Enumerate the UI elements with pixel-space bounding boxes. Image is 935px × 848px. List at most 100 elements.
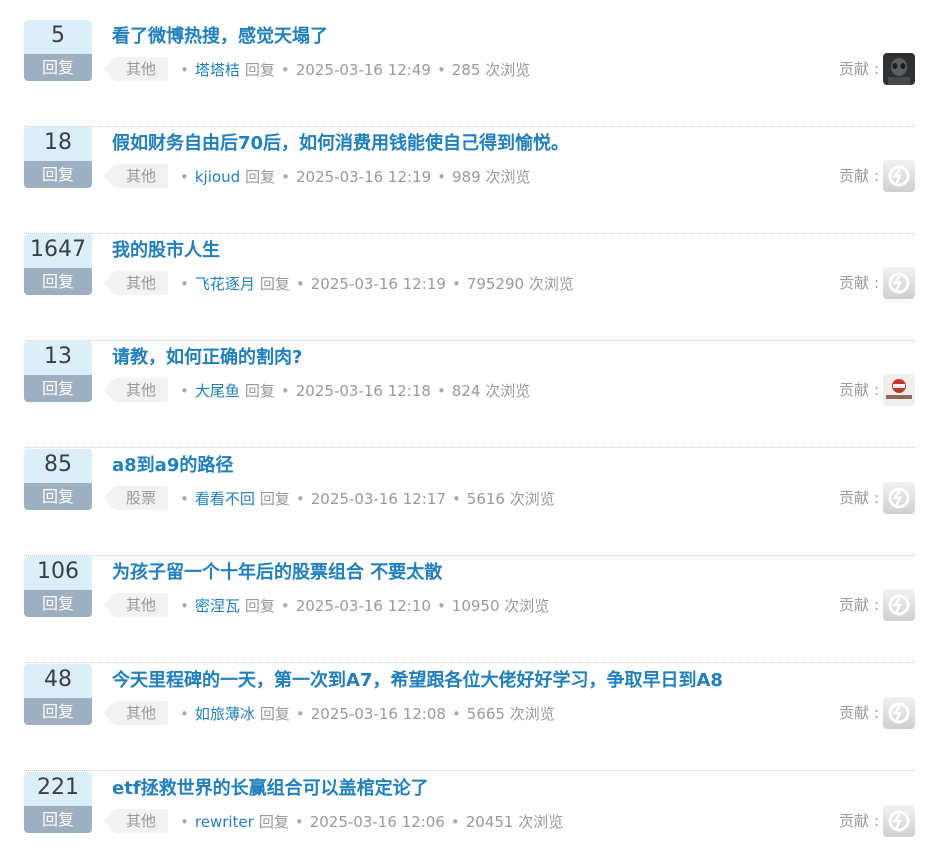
row-divider [24, 770, 915, 771]
author-link[interactable]: 大尾鱼 [195, 382, 240, 400]
view-count: 10950 [451, 597, 500, 615]
contributors: 贡献 : [839, 53, 915, 86]
contrib-label: 贡献 : [839, 596, 879, 614]
reply-counter: 85 回复 [24, 449, 92, 510]
topic-title[interactable]: 今天里程碑的一天，第一次到A7，希望跟各位大佬好好学习，争取早日到A8 [112, 666, 723, 692]
category-tag[interactable]: 股票 [103, 486, 169, 510]
author-link[interactable]: kjioud [195, 168, 240, 186]
default-avatar[interactable] [883, 267, 915, 299]
topic-title[interactable]: 看了微博热搜，感觉天塌了 [112, 22, 328, 48]
dark-photo-avatar[interactable] [883, 53, 915, 85]
reply-count: 18 [24, 127, 92, 161]
view-label: 次浏览 [504, 597, 550, 615]
topic-item: 85 回复 a8到a9的路径 股票 • 看看不回 回复 • 2025-03-16 12:1… [24, 449, 915, 556]
contrib-label: 贡献 : [839, 60, 879, 78]
category-tag[interactable]: 其他 [103, 57, 169, 81]
topic-title[interactable]: 我的股市人生 [112, 236, 220, 262]
topic-item: 221 回复 etf拯救世界的长赢组合可以盖棺定论了 其他 • rewriter 回复… [24, 772, 915, 848]
topic-item: 5 回复 看了微博热搜，感觉天塌了 其他 • 塔塔桔 回复 • 2025-03-16 12… [24, 20, 915, 127]
topic-title[interactable]: a8到a9的路径 [112, 451, 233, 477]
reply-count-label: 回复 [24, 268, 92, 295]
reply-count-label: 回复 [24, 161, 92, 188]
timestamp: 2025-03-16 12:06 [309, 813, 445, 831]
author-link[interactable]: 看看不回 [195, 490, 255, 508]
contributors: 贡献 : [839, 697, 915, 730]
view-label: 次浏览 [518, 813, 564, 831]
category-tag[interactable]: 其他 [103, 378, 169, 402]
contrib-label: 贡献 : [839, 812, 879, 830]
action-label: 回复 [244, 597, 275, 615]
topic-item: 1647 回复 我的股市人生 其他 • 飞花逐月 回复 • 2025-03-16 12:1… [24, 234, 915, 341]
view-count: 795290 [466, 275, 525, 293]
default-avatar[interactable] [883, 589, 915, 621]
default-avatar[interactable] [883, 697, 915, 729]
action-label: 回复 [244, 61, 275, 79]
action-label: 回复 [245, 168, 276, 186]
reply-counter: 13 回复 [24, 341, 92, 402]
reply-count-label: 回复 [24, 483, 92, 510]
action-label: 回复 [259, 705, 290, 723]
logo-avatar[interactable] [883, 374, 915, 406]
contributors: 贡献 : [839, 374, 915, 407]
reply-count-label: 回复 [24, 375, 92, 402]
contributors: 贡献 : [839, 805, 915, 838]
timestamp: 2025-03-16 12:18 [295, 382, 431, 400]
view-label: 次浏览 [485, 382, 531, 400]
default-avatar[interactable] [883, 160, 915, 192]
contrib-label: 贡献 : [839, 274, 879, 292]
category-tag[interactable]: 其他 [103, 809, 169, 833]
view-count: 5616 [466, 490, 505, 508]
contributors: 贡献 : [839, 589, 915, 622]
topic-title[interactable]: 为孩子留一个十年后的股票组合 不要太散 [112, 558, 442, 584]
row-divider [24, 447, 915, 448]
view-label: 次浏览 [509, 705, 555, 723]
topic-title[interactable]: 假如财务自由后70后，如何消费用钱能使自己得到愉悦。 [112, 129, 569, 155]
reply-count: 85 [24, 449, 92, 483]
action-label: 回复 [259, 490, 290, 508]
topic-meta: 其他 • 大尾鱼 回复 • 2025-03-16 12:18 • 824 次浏览 [103, 378, 531, 404]
view-count: 285 [451, 61, 481, 79]
view-count: 20451 [465, 813, 514, 831]
default-avatar[interactable] [883, 805, 915, 837]
timestamp: 2025-03-16 12:08 [310, 705, 446, 723]
timestamp: 2025-03-16 12:19 [310, 275, 446, 293]
author-link[interactable]: 密涅瓦 [195, 597, 240, 615]
author-link[interactable]: rewriter [195, 813, 254, 831]
topic-meta: 其他 • 飞花逐月 回复 • 2025-03-16 12:19 • 795290 次浏览 [103, 271, 574, 297]
author-link[interactable]: 飞花逐月 [195, 275, 255, 293]
reply-count-label: 回复 [24, 698, 92, 725]
contrib-label: 贡献 : [839, 489, 879, 507]
action-label: 回复 [259, 275, 290, 293]
topic-item: 106 回复 为孩子留一个十年后的股票组合 不要太散 其他 • 密涅瓦 回复 • 2025… [24, 556, 915, 663]
category-tag[interactable]: 其他 [103, 593, 169, 617]
topic-title[interactable]: 请教，如何正确的割肉? [112, 343, 302, 369]
reply-count: 106 [24, 556, 92, 590]
category-tag[interactable]: 其他 [103, 164, 169, 188]
action-label: 回复 [244, 382, 275, 400]
contributors: 贡献 : [839, 160, 915, 193]
reply-counter: 106 回复 [24, 556, 92, 617]
view-count: 989 [452, 168, 481, 186]
view-label: 次浏览 [485, 61, 531, 79]
action-label: 回复 [258, 813, 289, 831]
topic-title[interactable]: etf拯救世界的长赢组合可以盖棺定论了 [112, 774, 429, 800]
view-label: 次浏览 [509, 490, 555, 508]
timestamp: 2025-03-16 12:17 [310, 490, 446, 508]
timestamp: 2025-03-16 12:19 [295, 168, 432, 186]
timestamp: 2025-03-16 12:10 [295, 597, 431, 615]
view-label: 次浏览 [528, 275, 574, 293]
category-tag[interactable]: 其他 [103, 271, 169, 295]
view-count: 5665 [466, 705, 505, 723]
author-link[interactable]: 塔塔桔 [195, 61, 240, 79]
category-tag[interactable]: 其他 [103, 701, 169, 725]
topic-meta: 其他 • kjioud 回复 • 2025-03-16 12:19 • 989 次浏览 [103, 164, 530, 190]
topic-item: 48 回复 今天里程碑的一天，第一次到A7，希望跟各位大佬好好学习，争取早日到A… [24, 664, 915, 771]
reply-counter: 48 回复 [24, 664, 92, 725]
reply-counter: 221 回复 [24, 772, 92, 833]
topic-meta: 其他 • 如旅薄冰 回复 • 2025-03-16 12:08 • 5665 次浏览 [103, 701, 555, 727]
topic-meta: 其他 • 塔塔桔 回复 • 2025-03-16 12:49 • 285 次浏览 [103, 57, 531, 83]
author-link[interactable]: 如旅薄冰 [195, 705, 255, 723]
topic-item: 13 回复 请教，如何正确的割肉? 其他 • 大尾鱼 回复 • 2025-03-16 12… [24, 341, 915, 448]
default-avatar[interactable] [883, 482, 915, 514]
view-count: 824 [451, 382, 481, 400]
